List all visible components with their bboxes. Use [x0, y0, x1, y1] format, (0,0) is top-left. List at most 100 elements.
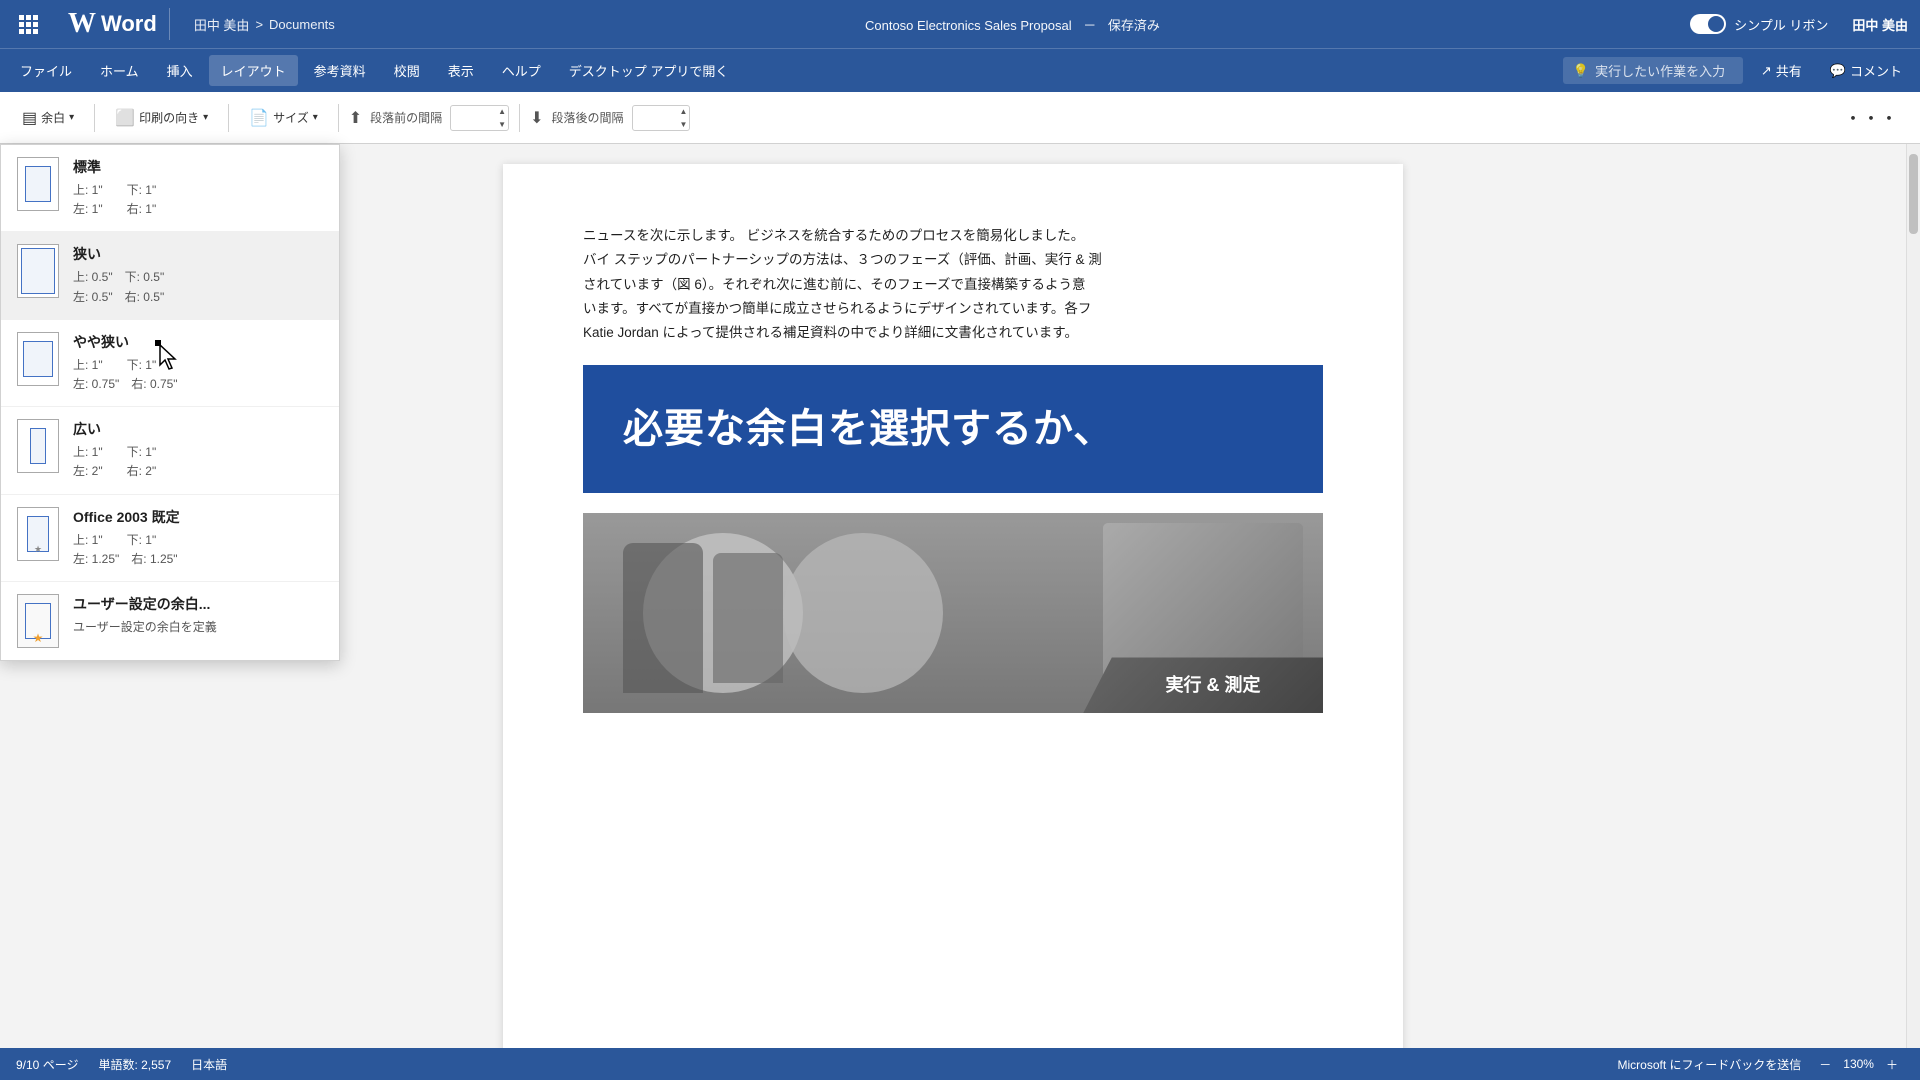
doc-para-5: Katie Jordan によって提供される補足資料の中でより詳細に文書化されて… [583, 321, 1323, 345]
save-status: 保存済み [1108, 18, 1160, 33]
margin-name-custom: ユーザー設定の余白... [73, 594, 323, 614]
spacing-before-down-arrow[interactable]: ▼ [496, 118, 508, 131]
zoom-out-button[interactable]: － [1813, 1054, 1837, 1075]
search-bar[interactable]: 💡 実行したい作業を入力 [1563, 57, 1743, 84]
doc-title: Contoso Electronics Sales Proposal [865, 18, 1072, 33]
menu-help[interactable]: ヘルプ [490, 55, 553, 86]
margin-info-office2003: Office 2003 既定 上: 1" 下: 1" 左: 1.25" 右: 1… [73, 507, 323, 569]
margin-name-medium: やや狭い [73, 332, 323, 352]
menu-file[interactable]: ファイル [8, 55, 84, 86]
doc-para-3: されています（図 6）。それぞれ次に進む前に、そのフェーズで直接構築するよう意 [583, 273, 1323, 297]
doc-blue-banner: 必要な余白を選択するか、 [583, 365, 1323, 493]
margin-name-wide: 広い [73, 419, 323, 439]
orientation-chevron-icon: ▾ [203, 112, 208, 123]
toolbar-sep-3 [338, 104, 339, 132]
orientation-label: 印刷の向き [139, 109, 199, 126]
doc-para-1: ニュースを次に示します。 ビジネスを統合するためのプロセスを簡易化しました。 [583, 224, 1323, 248]
spacing-after-label: 段落後の間隔 [551, 109, 623, 126]
spacing-after-group: ⬇ 段落後の間隔 8 pt ▲ ▼ [530, 105, 690, 131]
spacing-before-group: ⬆ 段落前の間隔 0 pt ▲ ▼ [349, 105, 509, 131]
spacing-before-label: 段落前の間隔 [370, 109, 442, 126]
menu-review[interactable]: 校閲 [382, 55, 432, 86]
comment-button[interactable]: 💬 コメント [1820, 55, 1912, 86]
doc-image-area: 実行 & 測定 [583, 513, 1323, 713]
margin-label: 余白 [41, 109, 65, 126]
margin-detail-office2003: 上: 1" 下: 1" 左: 1.25" 右: 1.25" [73, 531, 323, 569]
menu-view[interactable]: 表示 [436, 55, 486, 86]
breadcrumb-user[interactable]: 田中 美由 [194, 15, 250, 34]
margin-detail-standard: 上: 1" 下: 1" 左: 1" 右: 1" [73, 181, 323, 219]
spacing-before-arrows[interactable]: ▲ ▼ [496, 105, 508, 131]
comment-label: コメント [1850, 61, 1902, 80]
scrollbar[interactable] [1906, 144, 1920, 1048]
margin-info-medium: やや狭い 上: 1" 下: 1" 左: 0.75" 右: 0.75" [73, 332, 323, 394]
feedback-text[interactable]: Microsoft にフィードバックを送信 [1617, 1056, 1801, 1073]
doc-banner-text: 必要な余白を選択するか、 [623, 407, 1114, 451]
margin-icon-office2003: ★ [17, 507, 59, 561]
spacing-after-input[interactable]: 8 pt [633, 111, 678, 125]
spacing-after-value[interactable]: 8 pt ▲ ▼ [632, 105, 691, 131]
zoom-level: 130% [1843, 1057, 1874, 1071]
size-icon: 📄 [249, 108, 269, 128]
margin-item-standard[interactable]: 標準 上: 1" 下: 1" 左: 1" 右: 1" [1, 145, 339, 232]
menu-insert[interactable]: 挿入 [155, 55, 205, 86]
margin-info-wide: 広い 上: 1" 下: 1" 左: 2" 右: 2" [73, 419, 323, 481]
app-grid-icon[interactable] [12, 8, 44, 40]
zoom-in-button[interactable]: ＋ [1880, 1054, 1904, 1075]
spacing-after-down-arrow[interactable]: ▼ [678, 118, 690, 131]
spacing-before-input[interactable]: 0 pt [451, 111, 496, 125]
margin-chevron-icon: ▾ [69, 112, 74, 123]
margin-item-wide[interactable]: 広い 上: 1" 下: 1" 左: 2" 右: 2" [1, 407, 339, 494]
doc-para-2: バイ ステップのパートナーシップの方法は、３つのフェーズ（評価、計画、実行 & … [583, 248, 1323, 272]
margin-detail-wide: 上: 1" 下: 1" 左: 2" 右: 2" [73, 443, 323, 481]
zoom-controls: － 130% ＋ [1813, 1054, 1904, 1075]
margin-icon-custom: ★ [17, 594, 59, 648]
status-bar: 9/10 ページ 単語数: 2,557 日本語 Microsoft にフィードバ… [0, 1048, 1920, 1080]
margin-icon-narrow [17, 244, 59, 298]
margin-name-standard: 標準 [73, 157, 323, 177]
search-icon: 💡 [1573, 63, 1589, 79]
spacing-before-up-arrow[interactable]: ▲ [496, 105, 508, 118]
margin-name-narrow: 狭い [73, 244, 323, 264]
img-banner-text: 実行 & 測定 [1145, 669, 1260, 701]
margin-icon: ▤ [22, 108, 37, 128]
search-placeholder: 実行したい作業を入力 [1595, 61, 1725, 80]
margin-info-narrow: 狭い 上: 0.5" 下: 0.5" 左: 0.5" 右: 0.5" [73, 244, 323, 306]
toggle-label: シンプル リボン [1734, 15, 1828, 34]
share-button[interactable]: ↗ 共有 [1751, 55, 1812, 86]
comment-icon: 💬 [1830, 63, 1846, 79]
spacing-after-up-arrow[interactable]: ▲ [678, 105, 690, 118]
simple-ribbon-toggle[interactable]: シンプル リボン [1690, 14, 1828, 34]
margin-item-custom[interactable]: ★ ユーザー設定の余白... ユーザー設定の余白を定義 [1, 582, 339, 660]
breadcrumb: 田中 美由 > Documents [182, 15, 335, 34]
doc-title-center: Contoso Electronics Sales Proposal － 保存済… [347, 15, 1678, 34]
menu-home[interactable]: ホーム [88, 55, 151, 86]
margin-item-medium[interactable]: やや狭い 上: 1" 下: 1" 左: 0.75" 右: 0.75" [1, 320, 339, 407]
toolbar-sep-2 [228, 104, 229, 132]
breadcrumb-folder[interactable]: Documents [269, 17, 335, 32]
size-button[interactable]: 📄 サイズ ▾ [239, 102, 328, 134]
margin-button[interactable]: ▤ 余白 ▾ [12, 102, 84, 134]
orientation-button[interactable]: ⬜ 印刷の向き ▾ [105, 102, 218, 134]
margin-name-office2003: Office 2003 既定 [73, 507, 323, 527]
toggle-switch[interactable] [1690, 14, 1726, 34]
menu-bar: ファイル ホーム 挿入 レイアウト 参考資料 校閲 表示 ヘルプ デスクトップ … [0, 48, 1920, 92]
img-banner: 実行 & 測定 [1083, 657, 1323, 713]
size-chevron-icon: ▾ [313, 112, 318, 123]
word-logo: W Word [56, 8, 170, 40]
doc-para-4: います。すべてが直接かつ簡単に成立させられるようにデザインされています。各フ [583, 297, 1323, 321]
spacing-before-value[interactable]: 0 pt ▲ ▼ [450, 105, 509, 131]
margin-item-office2003[interactable]: ★ Office 2003 既定 上: 1" 下: 1" 左: 1.25" 右:… [1, 495, 339, 582]
spacing-after-arrows[interactable]: ▲ ▼ [678, 105, 690, 131]
menu-layout[interactable]: レイアウト [209, 55, 298, 86]
margin-icon-standard [17, 157, 59, 211]
margin-item-narrow[interactable]: 狭い 上: 0.5" 下: 0.5" 左: 0.5" 右: 0.5" [1, 232, 339, 319]
margin-detail-narrow: 上: 0.5" 下: 0.5" 左: 0.5" 右: 0.5" [73, 268, 323, 306]
margin-detail-medium: 上: 1" 下: 1" 左: 0.75" 右: 0.75" [73, 356, 323, 394]
menu-references[interactable]: 参考資料 [302, 55, 378, 86]
menu-desktop[interactable]: デスクトップ アプリで開く [557, 55, 741, 86]
scrollbar-thumb[interactable] [1909, 154, 1918, 234]
user-name[interactable]: 田中 美由 [1852, 15, 1908, 34]
margin-info-standard: 標準 上: 1" 下: 1" 左: 1" 右: 1" [73, 157, 323, 219]
more-button[interactable]: ・・・ [1834, 101, 1908, 135]
